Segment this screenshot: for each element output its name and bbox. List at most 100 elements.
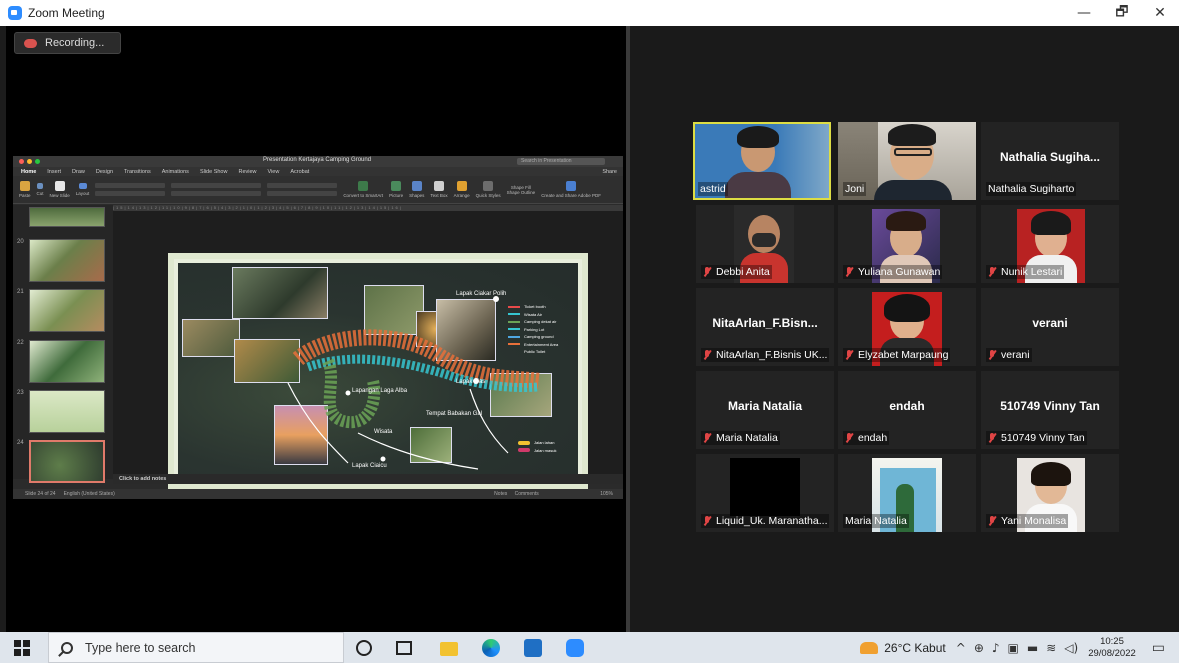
- notes-toggle[interactable]: Notes: [494, 491, 507, 497]
- clock-time: 10:25: [1100, 635, 1124, 647]
- participant-tile[interactable]: Yani Monalisa: [981, 454, 1119, 532]
- cortana-icon[interactable]: [356, 640, 372, 656]
- notes-field[interactable]: Click to add notes: [113, 474, 623, 484]
- new-slide-icon: [54, 181, 65, 191]
- microphone-icon[interactable]: ♪: [992, 641, 1000, 655]
- picture-icon: [391, 181, 402, 191]
- new-slide-button[interactable]: New Slide: [50, 181, 70, 198]
- shapes-button[interactable]: Shapes: [409, 181, 424, 198]
- participant-name: endah: [843, 431, 890, 445]
- file-explorer-icon[interactable]: [440, 642, 458, 656]
- participant-tile[interactable]: Joni: [838, 122, 976, 200]
- participant-tile[interactable]: Liquid_Uk. Maranatha...: [696, 454, 834, 532]
- ppt-title: Presentation Kertajaya Camping Ground: [263, 157, 372, 163]
- participant-tile[interactable]: Nathalia Sugiha... Nathalia Sugiharto: [981, 122, 1119, 200]
- adobe-pdf-button[interactable]: Create and Share Adobe PDF: [541, 181, 601, 198]
- restore-button[interactable]: 🗗: [1103, 0, 1141, 26]
- participant-display-name: verani: [1032, 316, 1068, 330]
- volume-icon[interactable]: ◁): [1064, 641, 1078, 655]
- battery-icon[interactable]: ▬: [1027, 641, 1038, 655]
- mic-muted-icon: [988, 267, 997, 277]
- textbox-button[interactable]: Text Box: [430, 181, 448, 198]
- participant-tile[interactable]: Elyzabet Marpaung: [838, 288, 976, 366]
- zoom-window: Zoom Meeting — 🗗 ✕ Recording... Presenta…: [0, 0, 1179, 663]
- tab-home[interactable]: Home: [21, 169, 36, 175]
- zoom-taskbar-icon[interactable]: [566, 639, 584, 657]
- arrange-button[interactable]: Arrange: [454, 181, 470, 198]
- display-icon[interactable]: ▣: [1008, 641, 1019, 655]
- slide-thumbnail-23[interactable]: [29, 390, 105, 433]
- tab-view[interactable]: View: [268, 169, 280, 175]
- zoom-level[interactable]: 105%: [600, 491, 613, 497]
- participant-tile[interactable]: Maria Natalia Maria Natalia: [696, 371, 834, 449]
- slide-thumbnail-20[interactable]: [29, 239, 105, 282]
- participant-tile[interactable]: verani verani: [981, 288, 1119, 366]
- windows-taskbar: Type here to search 26°C Kabut ^ ⊕ ♪ ▣ ▬…: [0, 632, 1179, 663]
- tab-slideshow[interactable]: Slide Show: [200, 169, 228, 175]
- thumb-number: 21: [17, 289, 24, 295]
- current-slide[interactable]: Lapak Ciakar Polih Lapak Mas Lapangan La…: [168, 253, 588, 489]
- convert-smartart-button[interactable]: Convert to SmartArt: [343, 181, 383, 198]
- participant-tile[interactable]: 510749 Vinny Tan 510749 Vinny Tan: [981, 371, 1119, 449]
- tab-design[interactable]: Design: [96, 169, 113, 175]
- participant-name: verani: [986, 348, 1032, 362]
- arrange-icon: [456, 181, 467, 191]
- participant-display-name: Nathalia Sugiha...: [999, 150, 1101, 164]
- taskbar-search[interactable]: Type here to search: [48, 632, 344, 663]
- recording-indicator[interactable]: Recording...: [14, 32, 121, 54]
- paste-button[interactable]: Paste: [19, 181, 31, 198]
- notifications-icon[interactable]: ▭: [1152, 640, 1165, 656]
- participant-display-name: endah: [889, 399, 925, 413]
- participant-tile[interactable]: NitaArlan_F.Bisn... NitaArlan_F.Bisnis U…: [696, 288, 834, 366]
- cloud-recording-icon: [24, 38, 37, 48]
- close-dot-icon[interactable]: [19, 159, 24, 164]
- chevron-up-icon[interactable]: ^: [956, 641, 966, 655]
- tab-transitions[interactable]: Transitions: [124, 169, 151, 175]
- participant-tile[interactable]: endah endah: [838, 371, 976, 449]
- participant-tile[interactable]: Maria Natalia: [838, 454, 976, 532]
- system-tray: 26°C Kabut ^ ⊕ ♪ ▣ ▬ ≋ ◁) 10:25 29/08/20…: [860, 632, 1179, 663]
- cut-button[interactable]: Cut: [37, 183, 44, 196]
- comments-toggle[interactable]: Comments: [515, 491, 539, 497]
- edge-browser-icon[interactable]: [482, 639, 500, 657]
- windows-start-icon[interactable]: [14, 639, 30, 656]
- participant-name: Maria Natalia: [843, 514, 909, 528]
- layout-button[interactable]: Layout: [76, 183, 89, 196]
- slide-thumbnail-21[interactable]: [29, 289, 105, 332]
- close-button[interactable]: ✕: [1141, 0, 1179, 26]
- participant-tile[interactable]: Nunik Lestari: [981, 205, 1119, 283]
- participant-tile[interactable]: astrid: [693, 122, 831, 200]
- tab-draw[interactable]: Draw: [72, 169, 85, 175]
- minimize-dot-icon[interactable]: [27, 159, 32, 164]
- slide-thumbnail-22[interactable]: [29, 340, 105, 383]
- participant-name: Yani Monalisa: [986, 514, 1069, 528]
- ppt-search[interactable]: Search in Presentation: [517, 158, 605, 165]
- mail-icon[interactable]: [524, 639, 542, 657]
- network-icon[interactable]: ⊕: [974, 641, 984, 655]
- minimize-button[interactable]: —: [1065, 0, 1103, 26]
- mic-muted-icon: [845, 433, 854, 443]
- map-label: Lapak Mas: [456, 379, 486, 385]
- tab-insert[interactable]: Insert: [47, 169, 61, 175]
- slide-thumbnail-19[interactable]: [29, 207, 105, 227]
- zoom-dot-icon[interactable]: [35, 159, 40, 164]
- shape-fill-button[interactable]: Shape Fill Shape Outline: [507, 185, 536, 195]
- textbox-icon: [433, 181, 444, 191]
- slide-thumbnail-24[interactable]: [29, 440, 105, 483]
- participant-display-name: Maria Natalia: [727, 399, 803, 413]
- picture-button[interactable]: Picture: [389, 181, 403, 198]
- map-label: Lapak Ciaicu: [352, 463, 387, 469]
- ppt-share-button[interactable]: Share: [602, 169, 617, 175]
- tab-acrobat[interactable]: Acrobat: [290, 169, 309, 175]
- participant-tile[interactable]: Yuliana Gunawan: [838, 205, 976, 283]
- weather-text[interactable]: 26°C Kabut: [884, 641, 946, 655]
- tab-animations[interactable]: Animations: [162, 169, 189, 175]
- participant-tile[interactable]: Debbi Anita: [696, 205, 834, 283]
- quick-styles-button[interactable]: Quick Styles: [476, 181, 501, 198]
- task-view-icon[interactable]: [396, 641, 412, 655]
- clock[interactable]: 10:25 29/08/2022: [1088, 636, 1136, 660]
- tab-review[interactable]: Review: [238, 169, 256, 175]
- map-label: Tempat Babakan Gal: [426, 411, 483, 417]
- wifi-icon[interactable]: ≋: [1046, 641, 1056, 655]
- participant-name: astrid: [698, 182, 728, 196]
